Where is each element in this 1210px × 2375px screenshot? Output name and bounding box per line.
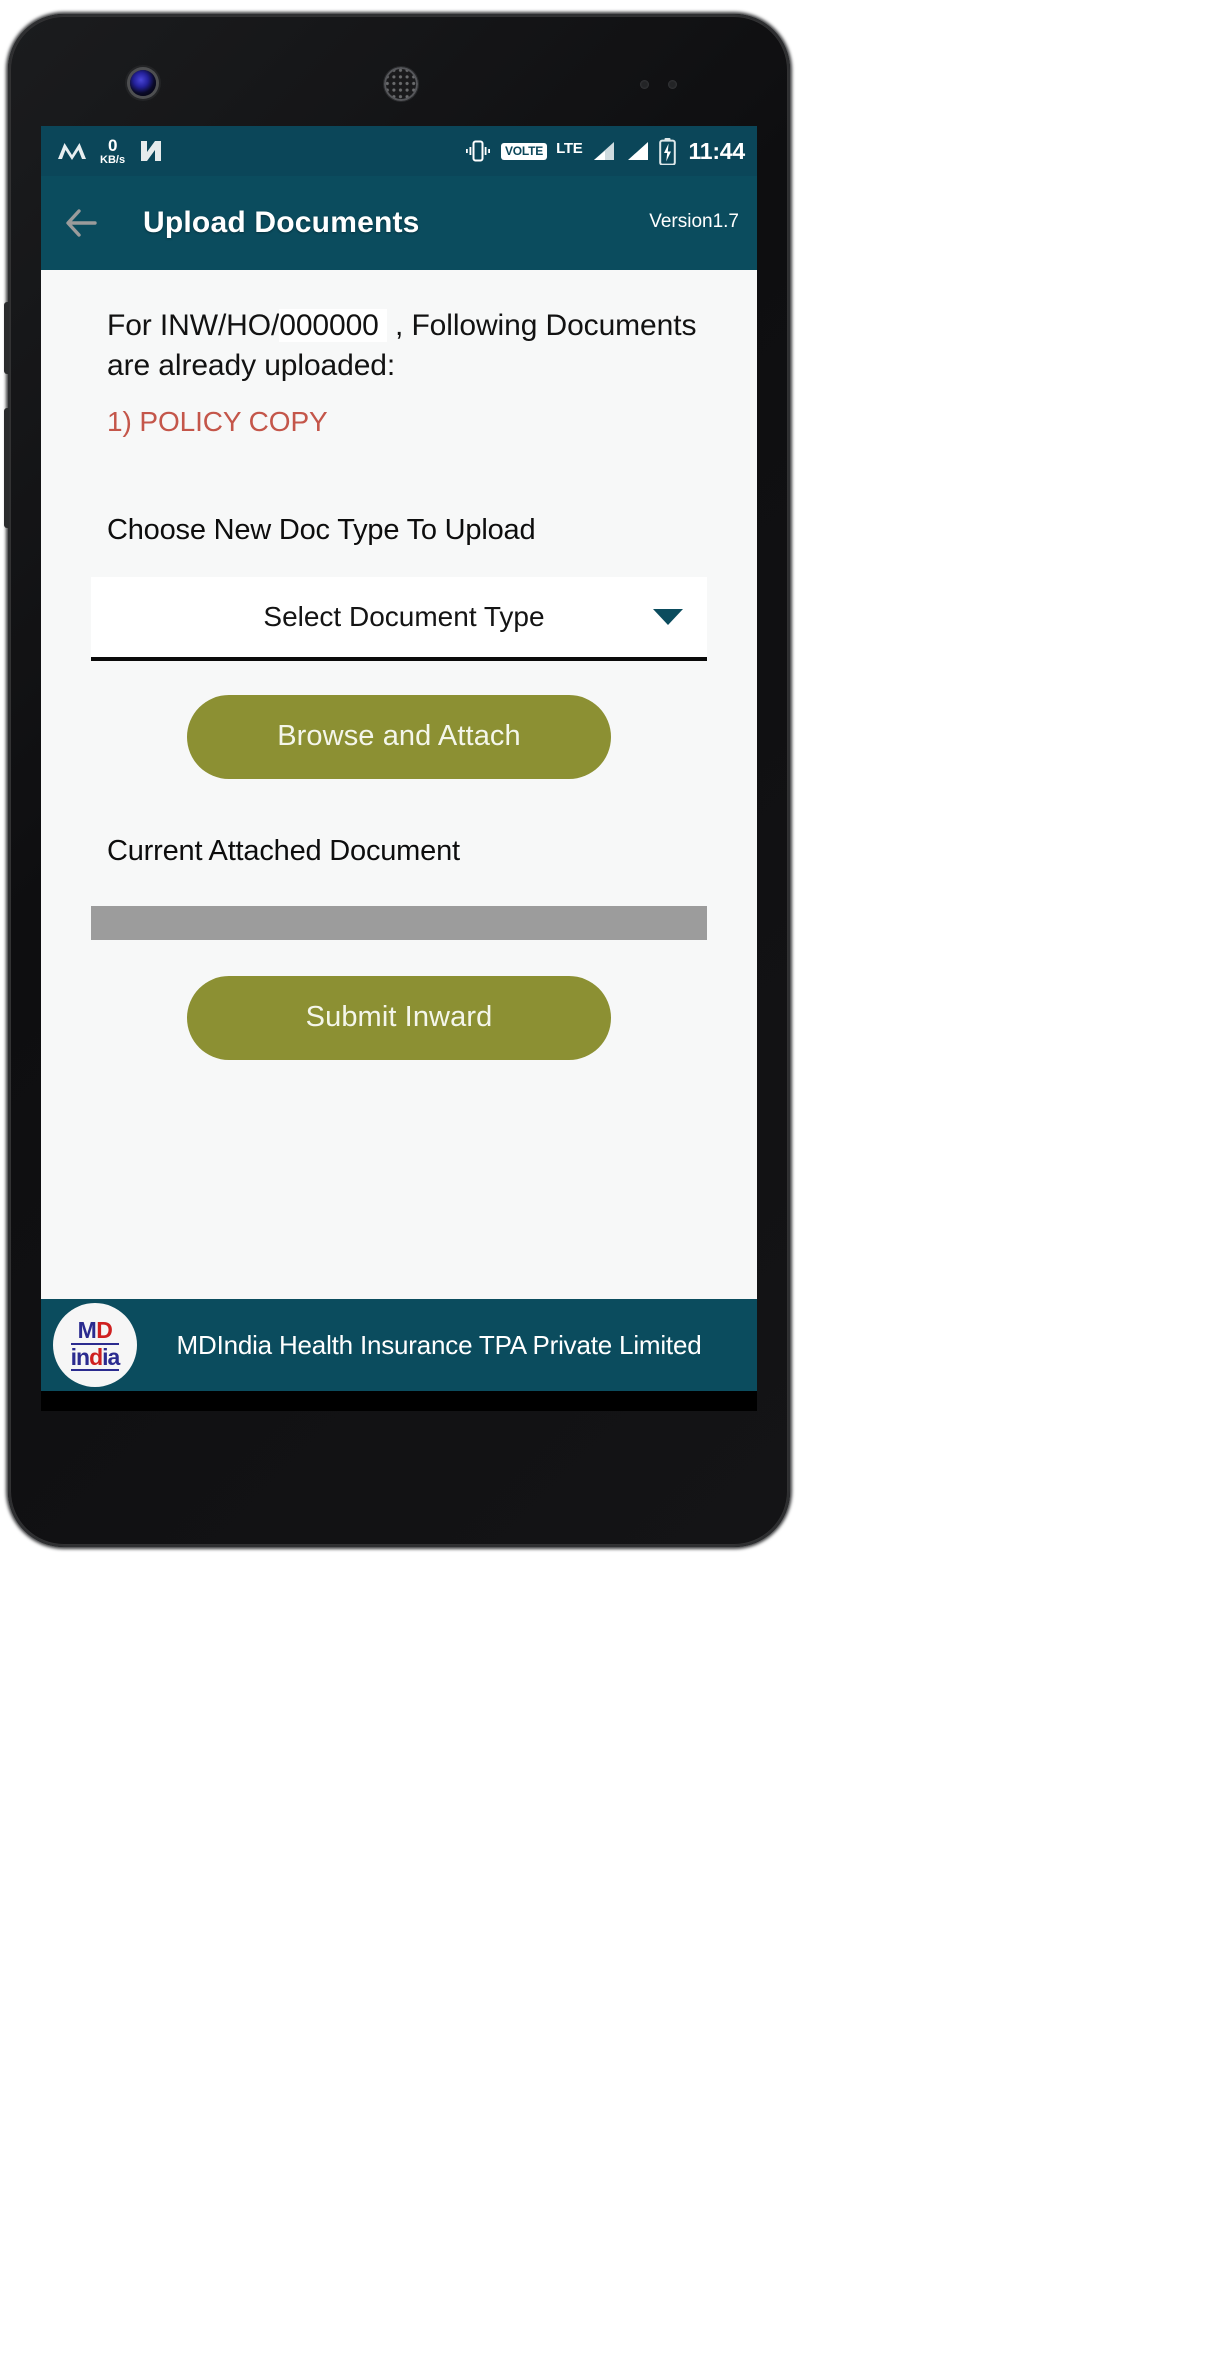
logo-india-d: d bbox=[89, 1344, 103, 1370]
volume-button[interactable] bbox=[4, 408, 9, 528]
device-sensor-cluster bbox=[8, 14, 790, 126]
logo-india-in: in bbox=[70, 1344, 90, 1370]
earpiece-speaker-icon bbox=[384, 67, 418, 101]
logo-md-text: MD bbox=[78, 1319, 113, 1342]
phone-device-frame: 0 KB/s VOLTE LTE 11:44 Upload Documents … bbox=[4, 14, 790, 1547]
headline-redacted-inward-number: 000000 bbox=[279, 309, 387, 342]
submit-inward-button[interactable]: Submit Inward bbox=[187, 975, 611, 1060]
light-sensor-icon bbox=[668, 80, 677, 89]
company-name-label: MDIndia Health Insurance TPA Private Lim… bbox=[176, 1329, 702, 1360]
phone-screen: 0 KB/s VOLTE LTE 11:44 Upload Documents … bbox=[41, 126, 757, 1411]
signal-bar-icon-2 bbox=[628, 142, 649, 160]
uploaded-documents-list: 1) POLICY COPY bbox=[41, 386, 757, 438]
list-item: 1) POLICY COPY bbox=[107, 405, 328, 437]
proximity-sensor-icon bbox=[640, 80, 649, 89]
main-content: For INW/HO/000000 , Following Documents … bbox=[41, 270, 757, 1299]
back-arrow-icon[interactable] bbox=[65, 207, 107, 239]
app-bar: Upload Documents Version1.7 bbox=[41, 176, 757, 270]
network-speed-unit: KB/s bbox=[100, 153, 126, 166]
network-speed-icon: 0 KB/s bbox=[100, 137, 125, 166]
signal-bar-icon bbox=[594, 142, 615, 160]
volte-badge: VOLTE bbox=[500, 142, 548, 160]
logo-india-ia: ia bbox=[102, 1344, 120, 1370]
vibrate-icon bbox=[465, 140, 490, 162]
chevron-down-icon[interactable] bbox=[653, 608, 683, 625]
network-speed-value: 0 bbox=[107, 135, 118, 155]
front-camera-icon bbox=[130, 70, 156, 96]
logo-india-text: india bbox=[70, 1343, 120, 1371]
current-attached-document-label: Current Attached Document bbox=[107, 834, 460, 867]
current-attached-document-value bbox=[91, 905, 707, 940]
browse-and-attach-button[interactable]: Browse and Attach bbox=[187, 694, 611, 779]
uploaded-documents-headline: For INW/HO/000000 , Following Documents … bbox=[41, 270, 757, 386]
m-logo-icon bbox=[58, 143, 86, 160]
status-bar-clock: 11:44 bbox=[688, 137, 745, 164]
headline-prefix: For INW/HO/ bbox=[107, 309, 280, 342]
status-bar: 0 KB/s VOLTE LTE 11:44 bbox=[41, 126, 757, 176]
status-bar-left-icons: 0 KB/s bbox=[57, 137, 164, 166]
mdindia-logo-icon: MD india bbox=[53, 1303, 137, 1387]
android-navigation-bar bbox=[41, 1391, 757, 1411]
choose-doc-type-label: Choose New Doc Type To Upload bbox=[107, 513, 536, 546]
document-type-selected-value: Select Document Type bbox=[263, 600, 545, 632]
version-label: Version1.7 bbox=[649, 211, 739, 232]
page-title: Upload Documents bbox=[143, 206, 420, 239]
document-type-spinner[interactable]: Select Document Type bbox=[91, 576, 707, 661]
logo-md-m: M bbox=[77, 1317, 97, 1343]
android-nougat-icon bbox=[141, 141, 162, 161]
footer-bar: MD india MDIndia Health Insurance TPA Pr… bbox=[41, 1299, 757, 1391]
status-bar-right-icons: VOLTE LTE 11:44 bbox=[464, 137, 745, 165]
power-button[interactable] bbox=[4, 302, 9, 374]
battery-charging-icon bbox=[659, 137, 677, 165]
logo-md-d: D bbox=[96, 1317, 113, 1343]
network-type-label: LTE bbox=[556, 139, 583, 157]
